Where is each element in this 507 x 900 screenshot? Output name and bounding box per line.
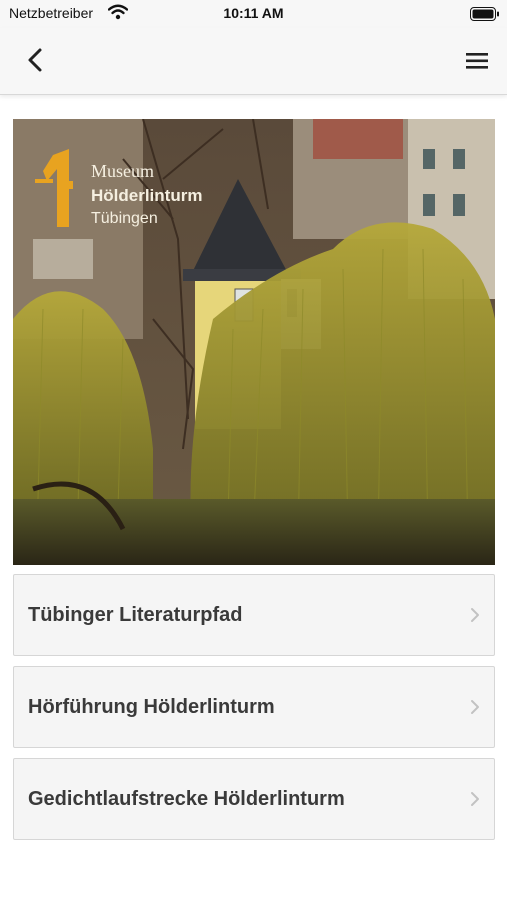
back-button[interactable] bbox=[20, 44, 52, 76]
tower-photo: Museum Hölderlinturm Tübingen bbox=[13, 119, 495, 565]
status-time: 10:11 AM bbox=[223, 5, 284, 21]
chevron-right-icon bbox=[471, 608, 479, 622]
chevron-right-icon bbox=[471, 700, 479, 714]
battery-icon bbox=[470, 7, 500, 26]
menu-list: Tübinger Literaturpfad Hörführung Hölder… bbox=[13, 574, 495, 850]
hamburger-menu-icon bbox=[466, 53, 488, 69]
menu-item-literaturpfad[interactable]: Tübinger Literaturpfad bbox=[13, 574, 495, 656]
status-bar: Netzbetreiber 10:11 AM bbox=[0, 0, 507, 28]
chevron-left-icon bbox=[28, 48, 42, 72]
hero-image: Museum Hölderlinturm Tübingen bbox=[13, 119, 495, 565]
menu-item-gedichtlaufstrecke[interactable]: Gedichtlaufstrecke Hölderlinturm bbox=[13, 758, 495, 840]
logo-line-1: Museum bbox=[91, 161, 154, 181]
menu-item-label: Hörführung Hölderlinturm bbox=[28, 696, 275, 718]
nav-bar bbox=[0, 28, 507, 95]
logo-line-3: Tübingen bbox=[91, 210, 158, 227]
chevron-right-icon bbox=[471, 792, 479, 806]
menu-item-label: Gedichtlaufstrecke Hölderlinturm bbox=[28, 788, 345, 810]
menu-item-hoerfuehrung[interactable]: Hörführung Hölderlinturm bbox=[13, 666, 495, 748]
logo-line-2: Hölderlinturm bbox=[91, 186, 202, 205]
menu-button[interactable] bbox=[460, 46, 494, 76]
menu-item-label: Tübinger Literaturpfad bbox=[28, 604, 243, 626]
